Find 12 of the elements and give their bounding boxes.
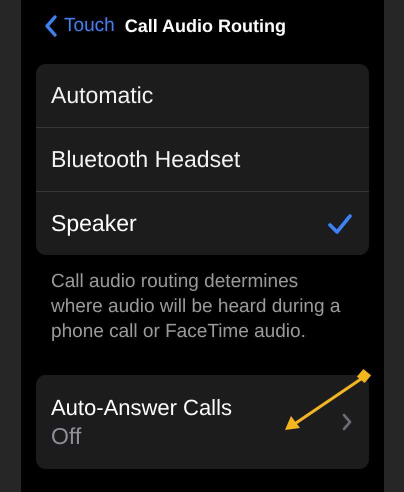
checkmark-icon xyxy=(327,212,353,234)
back-button[interactable]: Touch xyxy=(44,14,115,38)
chevron-right-icon xyxy=(341,412,353,432)
auto-answer-label: Auto-Answer Calls xyxy=(51,394,232,420)
routing-description: Call audio routing determines where audio will be heard during a phone call or FaceTime audio. xyxy=(51,270,342,344)
page-title: Call Audio Routing xyxy=(124,16,286,36)
auto-answer-value: Off xyxy=(51,422,82,450)
routing-option[interactable]: Automatic xyxy=(36,64,369,128)
routing-option[interactable]: Speaker xyxy=(36,192,369,255)
auto-answer-row[interactable]: Auto-Answer Calls Off xyxy=(36,375,369,469)
back-chevron-icon xyxy=(44,14,58,38)
routing-option[interactable]: Bluetooth Headset xyxy=(36,128,369,192)
